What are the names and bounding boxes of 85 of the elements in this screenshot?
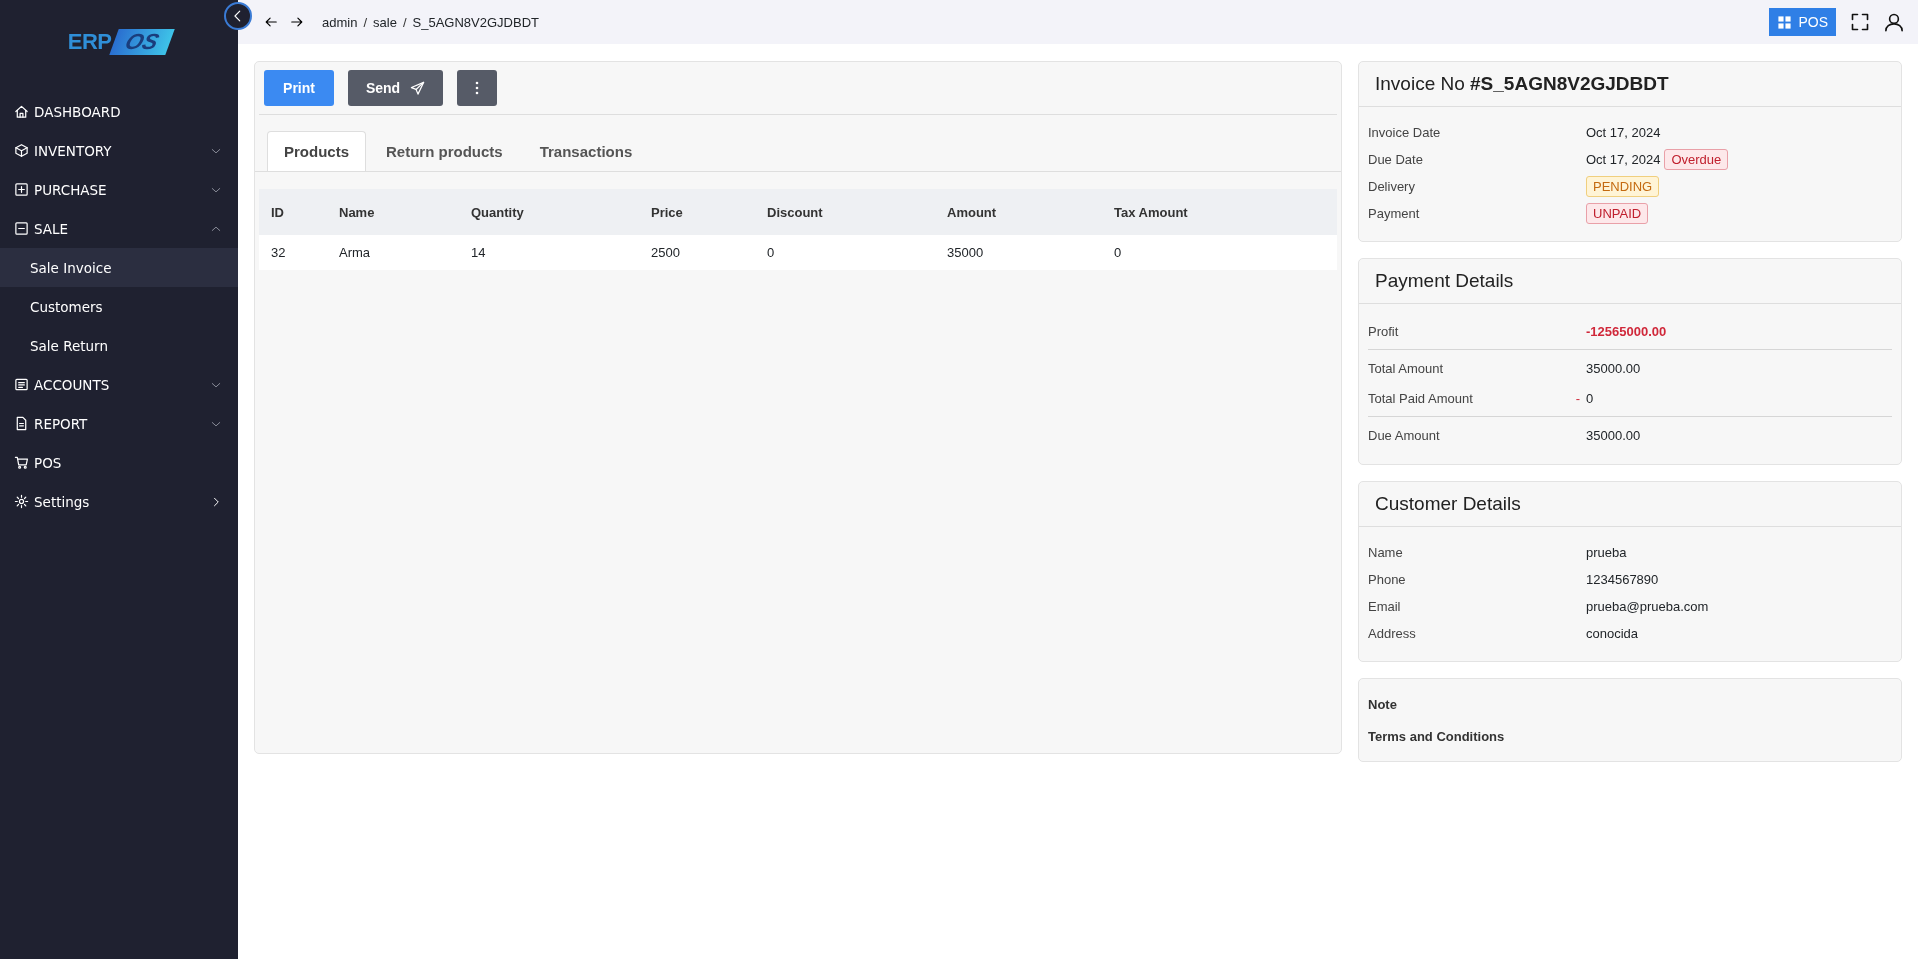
field-value: 35000.00	[1586, 360, 1641, 376]
arrow-left-icon	[264, 15, 278, 29]
sidebar-item[interactable]: POS	[0, 443, 238, 482]
field-label: Invoice Date	[1368, 125, 1442, 140]
status-badge: PENDING	[1586, 176, 1660, 197]
sidebar-item[interactable]: SALE	[0, 209, 238, 248]
sidebar-item[interactable]: REPORT	[0, 404, 238, 443]
field-label: Phone	[1368, 572, 1407, 587]
breadcrumb-separator: /	[363, 14, 368, 30]
table-cell: 2500	[639, 235, 755, 270]
column-header: Price	[639, 189, 755, 235]
breadcrumb-separator: /	[402, 14, 407, 30]
field-value: prueba	[1586, 545, 1628, 560]
minus-sign: -	[1575, 390, 1580, 406]
card-title: Payment Details	[1359, 259, 1901, 304]
arrow-right-icon	[290, 15, 304, 29]
gear-icon	[14, 494, 29, 509]
table-cell: 14	[459, 235, 639, 270]
field-label: Payment	[1368, 206, 1421, 221]
logo-text: ERP	[67, 29, 112, 55]
table-cell: 35000	[935, 235, 1102, 270]
tab[interactable]: Products	[267, 131, 366, 171]
card-title: Customer Details	[1359, 482, 1901, 527]
send-button[interactable]: Send	[348, 70, 443, 106]
sidebar-item[interactable]: Settings	[0, 482, 238, 521]
fullscreen-icon	[1850, 12, 1870, 32]
sidebar-item[interactable]: ACCOUNTS	[0, 365, 238, 404]
field-label: Profit	[1368, 323, 1399, 339]
field-value: prueba@prueba.com	[1586, 599, 1710, 614]
more-vertical-icon	[475, 81, 479, 95]
section-label: Note	[1368, 696, 1398, 714]
column-header: Discount	[755, 189, 935, 235]
plus-square-icon	[14, 182, 29, 197]
field-value: Oct 17, 2024	[1586, 152, 1661, 167]
document-icon	[14, 416, 29, 431]
tab[interactable]: Transactions	[522, 131, 650, 171]
sidebar-item[interactable]: INVENTORY	[0, 131, 238, 170]
collapse-button[interactable]	[224, 2, 252, 30]
paper-plane-icon	[410, 80, 426, 96]
field-label: Email	[1368, 599, 1402, 614]
field-label: Name	[1368, 545, 1404, 560]
user-icon	[1884, 12, 1904, 32]
sidebar-subitem[interactable]: Customers	[0, 287, 238, 326]
field-label: Total Amount	[1368, 360, 1444, 376]
column-header: Tax Amount	[1102, 189, 1337, 235]
field-value: -12565000.00	[1586, 323, 1667, 339]
user-button[interactable]	[1884, 12, 1904, 32]
sidebar-item[interactable]: DASHBOARD	[0, 92, 238, 131]
field-label: Due Amount	[1368, 427, 1440, 443]
field-value: 35000.00	[1586, 427, 1641, 443]
field-label: Delivery	[1368, 179, 1416, 194]
column-header: ID	[259, 189, 327, 235]
column-header: Amount	[935, 189, 1102, 235]
card-title: Invoice No #S_5AGN8V2GJDBDT	[1359, 62, 1901, 107]
cube-icon	[14, 143, 29, 158]
field-value: 0	[1586, 390, 1594, 406]
breadcrumb-item: S_5AGN8V2GJDBDT	[412, 14, 539, 30]
status-badge: Overdue	[1664, 149, 1729, 170]
sidebar-subitem[interactable]: Sale Return	[0, 326, 238, 365]
house-icon	[14, 104, 29, 119]
status-badge: UNPAID	[1586, 203, 1649, 224]
table-cell: Arma	[327, 235, 459, 270]
sidebar-subitem[interactable]: Sale Invoice	[0, 248, 238, 287]
table-cell: 0	[1102, 235, 1337, 270]
pos-button[interactable]: POS	[1769, 8, 1836, 36]
field-value: Oct 17, 2024	[1586, 125, 1661, 140]
breadcrumb-item[interactable]: sale	[373, 14, 397, 30]
field-label: Address	[1368, 626, 1417, 641]
field-label: Total Paid Amount	[1368, 390, 1473, 406]
table-cell: 0	[755, 235, 935, 270]
column-header: Quantity	[459, 189, 639, 235]
ledger-icon	[14, 377, 29, 392]
minus-square-icon	[14, 221, 29, 236]
fullscreen-button[interactable]	[1850, 12, 1870, 32]
field-label: Due Date	[1368, 152, 1424, 167]
tab[interactable]: Return products	[369, 131, 520, 171]
section-label: Terms and Conditions	[1368, 728, 1506, 746]
field-value: conocida	[1586, 626, 1640, 641]
cart-icon	[14, 455, 29, 470]
sidebar-item[interactable]: PURCHASE	[0, 170, 238, 209]
field-value: 1234567890	[1586, 572, 1660, 587]
breadcrumb-item[interactable]: admin	[322, 14, 358, 30]
column-header: Name	[327, 189, 459, 235]
grid-icon	[1777, 14, 1793, 30]
table-cell: 32	[259, 235, 327, 270]
